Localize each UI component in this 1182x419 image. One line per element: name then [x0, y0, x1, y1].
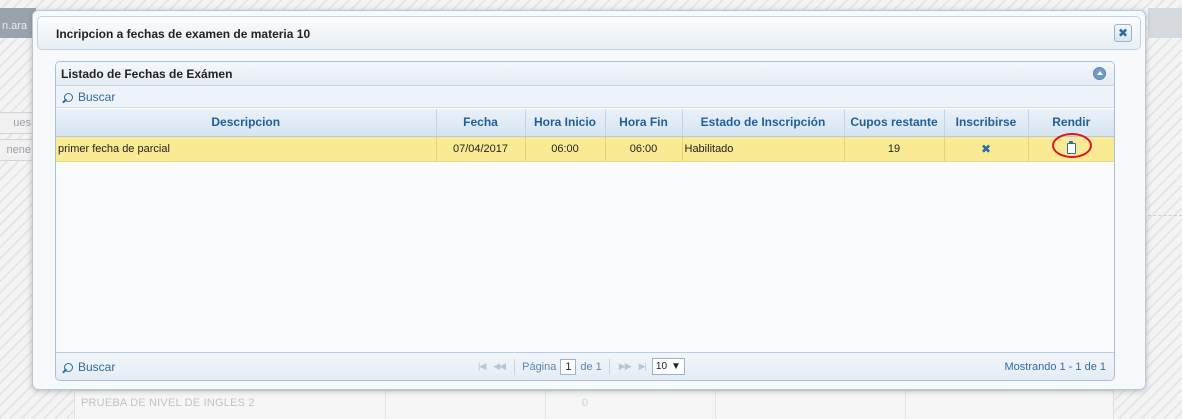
records-summary: Mostrando 1 - 1 de 1 [1004, 361, 1106, 373]
column-header-hora-inicio[interactable]: Hora Inicio [525, 109, 606, 137]
table-header-row: Descripcion Fecha Hora Inicio Hora Fin E… [56, 109, 1114, 137]
cell-cupos: 19 [844, 136, 945, 162]
page-total-label: de 1 [580, 360, 602, 373]
column-header-cupos[interactable]: Cupos restante [844, 109, 945, 137]
grid-title: Listado de Fechas de Exámen [61, 67, 233, 81]
background-divider [1148, 215, 1182, 216]
grid-pager: Buscar |◀ ◀◀ Página 1 de 1 ▶▶ ▶| 10 ▼ Mo… [56, 352, 1114, 380]
background-cell-divider [905, 391, 906, 419]
search-icon [64, 362, 73, 372]
background-header-right [1148, 8, 1182, 38]
search-label: Buscar [78, 360, 116, 374]
background-header: n.ara [0, 8, 36, 38]
pager-separator [514, 358, 516, 375]
column-header-estado[interactable]: Estado de Inscripción [682, 109, 845, 137]
page-size-select[interactable]: 10 ▼ [651, 358, 685, 375]
search-label: Buscar [78, 90, 116, 104]
column-header-descripcion[interactable]: Descripcion [56, 109, 437, 137]
search-button-bottom[interactable]: Buscar [64, 360, 115, 374]
pagination-controls: |◀ ◀◀ Página 1 de 1 ▶▶ ▶| 10 ▼ [476, 358, 685, 375]
background-user-label: n.ara [2, 20, 28, 32]
background-side-tab: nene [0, 139, 34, 161]
search-button-top[interactable]: Buscar [64, 90, 115, 104]
close-icon[interactable]: ✖ [1114, 24, 1132, 42]
pager-separator [608, 358, 610, 375]
chevron-down-icon: ▼ [671, 361, 681, 372]
cell-estado: Habilitado [682, 136, 845, 162]
page-number-input[interactable]: 1 [560, 358, 577, 375]
next-page-icon[interactable]: ▶▶ [617, 361, 633, 372]
background-row-value: 0 [545, 391, 588, 419]
cell-inscribirse: ✖ [944, 136, 1029, 162]
grid-empty-area [56, 163, 1114, 352]
dialog-title: Incripcion a fechas de examen de materia… [56, 27, 311, 41]
rendir-action[interactable] [1051, 132, 1092, 158]
exam-dates-table: Descripcion Fecha Hora Inicio Hora Fin E… [56, 109, 1114, 162]
column-header-fecha[interactable]: Fecha [436, 109, 526, 137]
prev-page-icon[interactable]: ◀◀ [491, 361, 507, 372]
collapse-icon[interactable] [1093, 67, 1106, 80]
grid-caption: Listado de Fechas de Exámen [56, 62, 1114, 86]
table-row[interactable]: primer fecha de parcial 07/04/2017 06:00… [56, 132, 1114, 162]
column-header-inscribirse[interactable]: Inscribirse [944, 109, 1029, 137]
cell-hora-inicio: 06:00 [525, 136, 606, 162]
grid-top-toolbar: Buscar [56, 86, 1114, 108]
dialog-titlebar: Incripcion a fechas de examen de materia… [37, 16, 1141, 50]
background-side-tab: ues [0, 112, 34, 134]
background-cell-divider [385, 391, 386, 419]
first-page-icon[interactable]: |◀ [476, 361, 487, 372]
page-label: Página [522, 360, 557, 373]
cell-hora-fin: 06:00 [605, 136, 683, 162]
cell-descripcion: primer fecha de parcial [56, 136, 437, 162]
cell-rendir [1028, 132, 1114, 162]
background-row-text: PRUEBA DE NIVEL DE INGLES 2 [81, 397, 255, 409]
exam-registration-dialog: Incripcion a fechas de examen de materia… [32, 10, 1146, 390]
column-header-rendir[interactable]: Rendir [1028, 109, 1114, 137]
background-cell-divider [715, 391, 716, 419]
search-icon [64, 92, 73, 102]
background-table-row: PRUEBA DE NIVEL DE INGLES 2 0 [74, 390, 1114, 419]
inscribirse-x-icon[interactable]: ✖ [981, 142, 991, 156]
last-page-icon[interactable]: ▶| [637, 361, 648, 372]
column-header-hora-fin[interactable]: Hora Fin [605, 109, 683, 137]
exam-dates-grid: Listado de Fechas de Exámen Buscar Descr… [55, 61, 1115, 381]
cell-fecha: 07/04/2017 [436, 136, 526, 162]
page-size-value: 10 [655, 361, 668, 372]
annotation-circle [1051, 132, 1092, 158]
